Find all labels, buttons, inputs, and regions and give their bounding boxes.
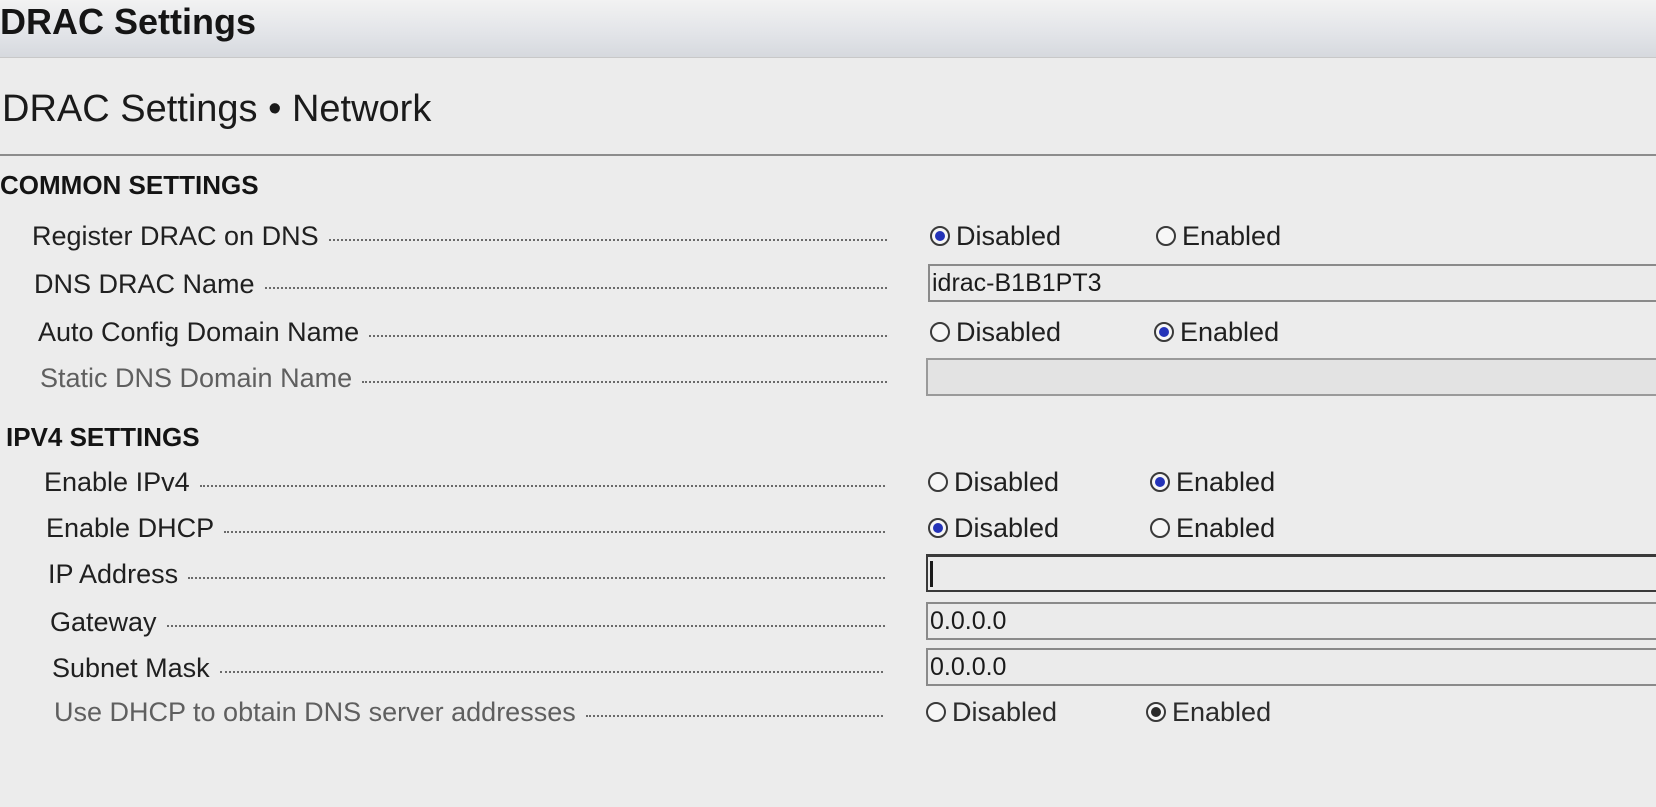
section-header-ipv4: IPV4 SETTINGS [6,422,200,452]
label-row: Static DNS Domain Name [40,358,887,398]
radio-checked-icon [1154,322,1174,342]
register-dns-label: Register DRAC on DNS [32,220,319,251]
field-value: 0.0.0.0 [930,652,1007,681]
dotted-leader [166,625,885,627]
register-dns-enabled-radio[interactable]: Enabled [1156,216,1281,256]
ip-address-label: IP Address [48,558,179,589]
radio-unchecked-icon [930,322,950,342]
dns-drac-name-field[interactable]: idrac-B1B1PT3 [928,264,1656,302]
dotted-leader [188,577,885,579]
subnet-mask-label: Subnet Mask [52,652,210,683]
radio-checked-icon [1150,472,1170,492]
row-static-dns-domain: Static DNS Domain Name [0,358,1656,398]
label-row: Enable IPv4 [44,462,885,502]
enable-dhcp-label: Enable DHCP [46,512,215,543]
radio-label: Enabled [1176,512,1276,543]
gateway-label: Gateway [50,606,157,637]
row-dhcp-dns: Use DHCP to obtain DNS server addresses … [0,692,1656,732]
dotted-leader [224,531,885,533]
dotted-leader [585,715,883,717]
row-subnet-mask: Subnet Mask 0.0.0.0 [0,648,1656,688]
row-ip-address: IP Address [0,554,1656,594]
auto-config-domain-label: Auto Config Domain Name [38,316,360,347]
radio-checked-icon [928,518,948,538]
radio-checked-icon [1146,702,1166,722]
static-dns-domain-field[interactable] [926,358,1656,396]
row-auto-config-domain: Auto Config Domain Name Disabled Enabled [0,312,1656,352]
window-titlebar: DRAC Settings [0,0,1656,58]
dotted-leader [328,239,887,241]
dotted-leader [199,485,885,487]
radio-label: Enabled [1182,220,1282,251]
dotted-leader [219,671,883,673]
label-row: IP Address [48,554,885,594]
radio-unchecked-icon [928,472,948,492]
static-dns-domain-label: Static DNS Domain Name [40,362,353,393]
row-enable-dhcp: Enable DHCP Disabled Enabled [0,508,1656,548]
radio-checked-icon [930,226,950,246]
radio-label: Disabled [956,316,1062,347]
radio-label: Disabled [954,466,1060,497]
dotted-leader [264,287,887,289]
dotted-leader [362,381,887,383]
register-dns-disabled-radio[interactable]: Disabled [930,216,1061,256]
radio-unchecked-icon [1156,226,1176,246]
radio-label: Disabled [952,696,1058,727]
title-divider [0,154,1656,156]
enable-ipv4-enabled-radio[interactable]: Enabled [1150,462,1275,502]
text-caret [930,560,933,587]
radio-unchecked-icon [926,702,946,722]
dotted-leader [369,335,887,337]
radio-label: Disabled [954,512,1060,543]
label-row: Gateway [50,602,885,642]
radio-unchecked-icon [1150,518,1170,538]
auto-config-disabled-radio[interactable]: Disabled [930,312,1061,352]
subnet-mask-field[interactable]: 0.0.0.0 [926,648,1656,686]
field-value: 0.0.0.0 [930,606,1007,635]
label-row: DNS DRAC Name [34,264,887,304]
radio-label: Enabled [1172,696,1272,727]
radio-label: Enabled [1176,466,1276,497]
gateway-field[interactable]: 0.0.0.0 [926,602,1656,640]
radio-label: Enabled [1180,316,1280,347]
label-row: Register DRAC on DNS [32,216,887,256]
row-register-drac-dns: Register DRAC on DNS Disabled Enabled [0,216,1656,256]
radio-label: Disabled [956,220,1062,251]
page-title: DRAC Settings • Network [2,88,432,130]
row-enable-ipv4: Enable IPv4 Disabled Enabled [0,462,1656,502]
field-value: idrac-B1B1PT3 [932,268,1102,297]
dhcp-dns-label: Use DHCP to obtain DNS server addresses [54,696,576,727]
row-gateway: Gateway 0.0.0.0 [0,602,1656,642]
enable-dhcp-enabled-radio[interactable]: Enabled [1150,508,1275,548]
label-row: Subnet Mask [52,648,883,688]
settings-panel: DRAC Settings • Network COMMON SETTINGS … [0,58,1656,807]
ip-address-field[interactable] [926,554,1656,592]
enable-ipv4-disabled-radio[interactable]: Disabled [928,462,1059,502]
label-row: Use DHCP to obtain DNS server addresses [54,692,883,732]
enable-ipv4-label: Enable IPv4 [44,466,190,497]
enable-dhcp-disabled-radio[interactable]: Disabled [928,508,1059,548]
window-title: DRAC Settings [0,1,257,42]
label-row: Auto Config Domain Name [38,312,887,352]
label-row: Enable DHCP [46,508,885,548]
section-header-common: COMMON SETTINGS [0,170,259,200]
auto-config-enabled-radio[interactable]: Enabled [1154,312,1279,352]
dhcp-dns-enabled-radio[interactable]: Enabled [1146,692,1271,732]
dhcp-dns-disabled-radio[interactable]: Disabled [926,692,1057,732]
row-dns-drac-name: DNS DRAC Name idrac-B1B1PT3 [0,264,1656,304]
dns-drac-name-label: DNS DRAC Name [34,268,255,299]
